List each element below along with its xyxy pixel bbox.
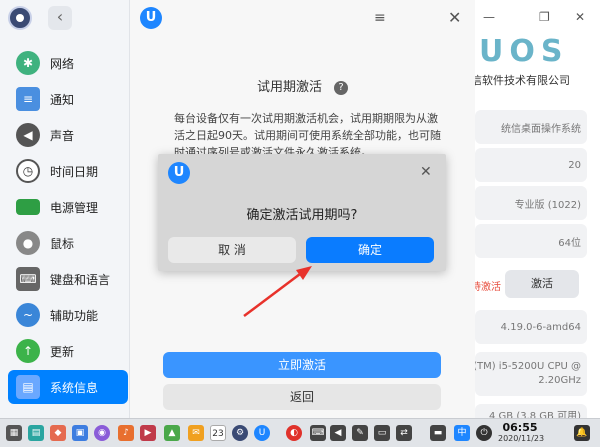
sidebar-item-label: 声音 [50, 128, 75, 143]
clock[interactable]: 06:55 2020/11/23 [498, 421, 545, 444]
kernel-value: 4.19.0-6-amd64 [500, 321, 581, 333]
file-manager-icon[interactable]: ▣ [72, 425, 88, 441]
accessibility-icon: ~ [16, 303, 40, 327]
minimize-icon[interactable]: — [483, 10, 495, 24]
calendar-icon[interactable]: 23 [210, 425, 226, 441]
menu-icon[interactable]: ≡ [374, 10, 386, 26]
sidebar-item-label: 系统信息 [50, 380, 99, 395]
multitask-view-icon[interactable]: ▦ [6, 425, 22, 441]
memory-row: 4 GB (3.8 GB 可用) [475, 404, 587, 418]
cpu-value-line1: re(TM) i5-5200U CPU @ [475, 361, 581, 372]
battery-tray-icon[interactable]: ▭ [374, 425, 390, 441]
sidebar-item-network[interactable]: ✱ 网络 [8, 46, 128, 80]
uos-activation-icon[interactable]: U [254, 425, 270, 441]
mouse-icon: ● [16, 231, 40, 255]
sidebar-item-label: 通知 [50, 92, 75, 107]
kernel-row: 4.19.0-6-amd64 [475, 310, 587, 344]
time-text: 06:55 [502, 421, 538, 434]
display-icon[interactable]: ▬ [430, 425, 446, 441]
edition-value: 专业版 (1022) [514, 199, 581, 211]
sidebar-item-notification[interactable]: ≡ 通知 [8, 82, 128, 116]
cpu-value-line2: 2.20GHz [538, 375, 581, 386]
power-icon[interactable]: ⏻ [476, 425, 492, 441]
video-icon[interactable]: ▶ [140, 425, 156, 441]
auth-status: 待激活 [475, 282, 501, 293]
network-icon: ✱ [16, 51, 40, 75]
version-value: 20 [568, 159, 581, 171]
mail-icon[interactable]: ✉ [188, 425, 204, 441]
sidebar-item-mouse[interactable]: ● 鼠标 [8, 226, 128, 260]
notification-icon: ≡ [16, 87, 40, 111]
system-info-icon: ▤ [16, 375, 40, 399]
notification-bell-icon[interactable]: 🔔 [574, 425, 590, 441]
app-store-icon[interactable]: ◆ [50, 425, 66, 441]
uos-app-logo-icon: U [140, 7, 162, 29]
close-icon[interactable]: ✕ [420, 164, 432, 180]
sidebar-item-sound[interactable]: ◀ 声音 [8, 118, 128, 152]
sidebar-item-accessibility[interactable]: ~ 辅助功能 [8, 298, 128, 332]
version-row: 20 [475, 148, 587, 182]
os-name-row: 统信桌面操作系统 [475, 110, 587, 144]
control-center-logo-icon [8, 6, 32, 30]
volume-icon[interactable]: ◀ [330, 425, 346, 441]
company-name: 信软件技术有限公司 [475, 74, 570, 87]
clock-icon: ◷ [16, 159, 40, 183]
dialog-question: 确定激活试用期吗? [246, 208, 358, 223]
uos-app-logo-icon: U [168, 162, 190, 184]
sidebar-item-label: 时间日期 [50, 164, 99, 179]
sidebar-item-power[interactable]: 电源管理 [8, 190, 128, 224]
sound-icon: ◀ [16, 123, 40, 147]
sidebar-item-label: 网络 [50, 56, 75, 71]
sidebar-item-system-info[interactable]: ▤ 系统信息 [8, 370, 128, 404]
sidebar-item-label: 键盘和语言 [50, 272, 111, 287]
control-center-icon[interactable]: ⚙ [232, 425, 248, 441]
activate-button[interactable]: 激活 [505, 270, 579, 298]
title-text: 试用期激活 [256, 80, 322, 95]
back-button[interactable]: ‹ [48, 6, 72, 30]
sidebar-item-datetime[interactable]: ◷ 时间日期 [8, 154, 128, 188]
return-button[interactable]: 返回 [163, 384, 441, 410]
sidebar-item-label: 更新 [50, 344, 75, 359]
settings-sidebar: ‹ ✱ 网络 ≡ 通知 ◀ 声音 ◷ 时间日期 电源管理 ● 鼠标 ⌨ 键盘和语… [0, 0, 130, 418]
activate-now-button[interactable]: 立即激活 [163, 352, 441, 378]
music-icon[interactable]: ♪ [118, 425, 134, 441]
uos-brand-logo: UOS [479, 34, 569, 69]
system-info-panel: — ❐ ✕ UOS 信软件技术有限公司 统信桌面操作系统 20 专业版 (102… [475, 0, 600, 418]
confirm-trial-dialog: U ✕ 确定激活试用期吗? 取 消 确定 [158, 154, 446, 271]
sidebar-item-update[interactable]: ↑ 更新 [8, 334, 128, 368]
edition-row: 专业版 (1022) [475, 186, 587, 220]
confirm-button[interactable]: 确定 [306, 237, 434, 263]
keyboard-icon: ⌨ [16, 267, 40, 291]
app-icon[interactable]: ◐ [286, 425, 302, 441]
browser-icon[interactable]: ◉ [94, 425, 110, 441]
sidebar-item-label: 辅助功能 [50, 308, 99, 323]
launcher-icon[interactable]: ▤ [28, 425, 44, 441]
restore-icon[interactable]: ❐ [539, 10, 550, 24]
cpu-row: re(TM) i5-5200U CPU @ 2.20GHz [475, 352, 587, 396]
update-icon: ↑ [16, 339, 40, 363]
keyboard-tray-icon[interactable]: ⌨ [310, 425, 326, 441]
sidebar-item-keyboard[interactable]: ⌨ 键盘和语言 [8, 262, 128, 296]
type-value: 64位 [558, 237, 581, 249]
close-icon[interactable]: ✕ [448, 8, 461, 27]
taskbar: ▦ ▤ ◆ ▣ ◉ ♪ ▶ ▲ ✉ 23 ⚙ U ◐ ⌨ ◀ ✎ ▭ ⇄ ▬ 中… [0, 418, 600, 447]
battery-icon [16, 199, 40, 215]
page-title: 试用期激活? [130, 76, 475, 95]
sidebar-item-label: 电源管理 [50, 200, 99, 215]
help-icon[interactable]: ? [334, 80, 348, 95]
input-method-icon[interactable]: 中 [454, 425, 470, 441]
cancel-button[interactable]: 取 消 [168, 237, 296, 263]
sidebar-header: ‹ [0, 0, 129, 36]
pen-icon[interactable]: ✎ [352, 425, 368, 441]
date-text: 2020/11/23 [498, 434, 545, 443]
connection-icon[interactable]: ⇄ [396, 425, 412, 441]
image-viewer-icon[interactable]: ▲ [164, 425, 180, 441]
type-row: 64位 [475, 224, 587, 258]
sidebar-item-label: 鼠标 [50, 236, 75, 251]
close-icon[interactable]: ✕ [575, 10, 585, 24]
os-name-value: 统信桌面操作系统 [501, 123, 581, 135]
memory-value: 4 GB (3.8 GB 可用) [488, 410, 581, 419]
